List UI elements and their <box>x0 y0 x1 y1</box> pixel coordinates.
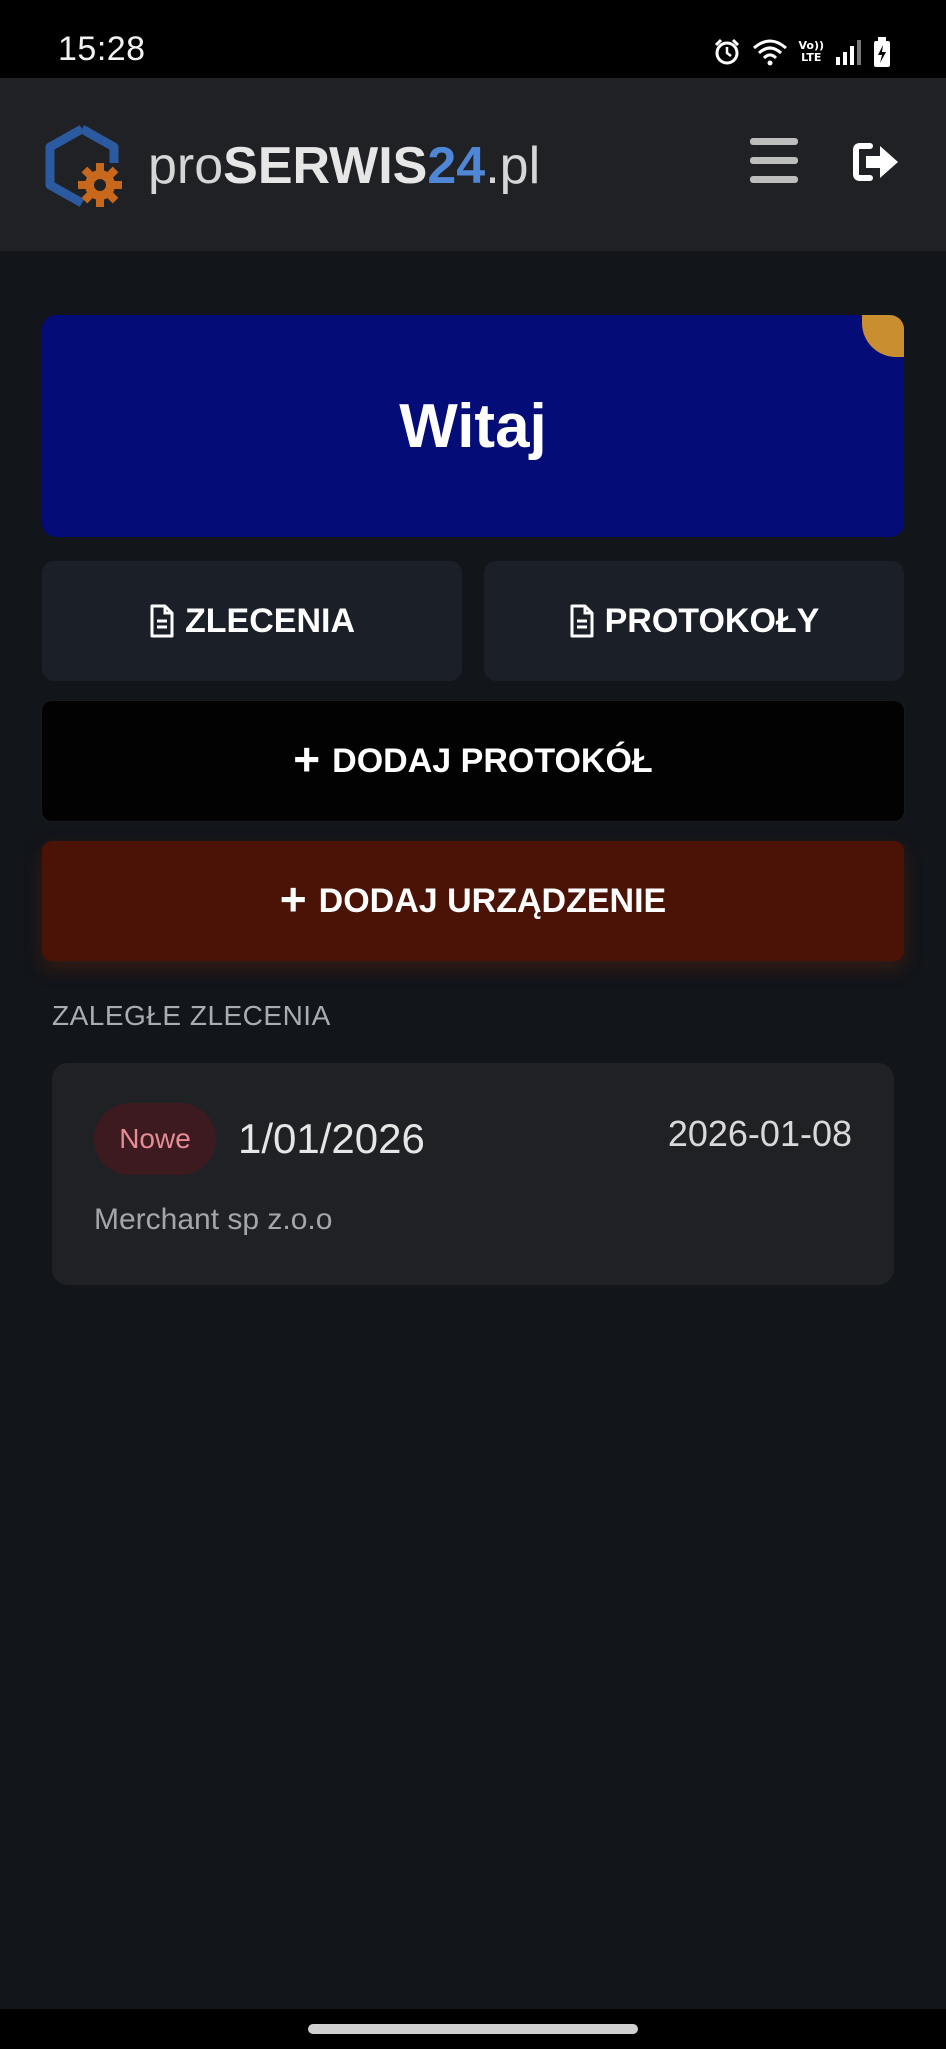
orders-button-label: ZLECENIA <box>185 601 355 640</box>
logout-icon[interactable] <box>852 140 900 184</box>
protocols-button-label: PROTOKOŁY <box>604 601 820 640</box>
network-label-bottom: LTE <box>801 51 822 64</box>
status-bar: 15:28 Vo)) LTE <box>0 0 946 78</box>
signal-icon <box>836 40 861 65</box>
document-icon <box>570 604 594 638</box>
order-client: Merchant sp z.o.o <box>94 1203 333 1236</box>
alarm-icon <box>715 38 740 65</box>
status-badge: Nowe <box>94 1103 216 1175</box>
order-number: 1/01/2026 <box>238 1115 425 1162</box>
brand-suffix: .pl <box>485 137 541 195</box>
brand-number: 24 <box>427 137 486 195</box>
overdue-section-title: ZALEGŁE ZLECENIA <box>52 1000 331 1031</box>
app-header: proSERWIS24.pl <box>0 78 946 251</box>
add-protocol-label: DODAJ PROTOKÓŁ <box>332 741 653 780</box>
order-date: 2026-01-08 <box>667 1113 852 1154</box>
document-icon <box>150 604 174 638</box>
brand-prefix: pro <box>148 137 224 195</box>
welcome-banner: Witaj <box>42 315 904 537</box>
home-indicator[interactable] <box>308 2024 638 2034</box>
brand-name: proSERWIS24.pl <box>148 136 540 196</box>
plus-icon: + <box>293 733 321 785</box>
brand-main: SERWIS <box>223 137 428 195</box>
add-device-label: DODAJ URZĄDZENIE <box>318 881 667 920</box>
add-protocol-button[interactable]: + DODAJ PROTOKÓŁ <box>42 701 904 821</box>
welcome-title: Witaj <box>399 391 547 461</box>
network-lte-icon: Vo)) LTE <box>798 40 824 64</box>
orders-button[interactable]: ZLECENIA <box>42 561 462 681</box>
status-time: 15:28 <box>58 30 146 68</box>
plus-icon: + <box>279 873 307 925</box>
order-card[interactable]: Nowe 1/01/2026 2026-01-08 Merchant sp z.… <box>52 1063 894 1285</box>
battery-charging-icon <box>874 37 890 67</box>
wifi-icon <box>753 39 788 66</box>
protocols-button[interactable]: PROTOKOŁY <box>484 561 904 681</box>
add-device-button[interactable]: + DODAJ URZĄDZENIE <box>42 841 904 961</box>
hamburger-menu-icon[interactable] <box>750 138 800 184</box>
logo-hexagon-gear-icon[interactable] <box>44 125 128 209</box>
status-icons: Vo)) LTE <box>712 36 892 68</box>
